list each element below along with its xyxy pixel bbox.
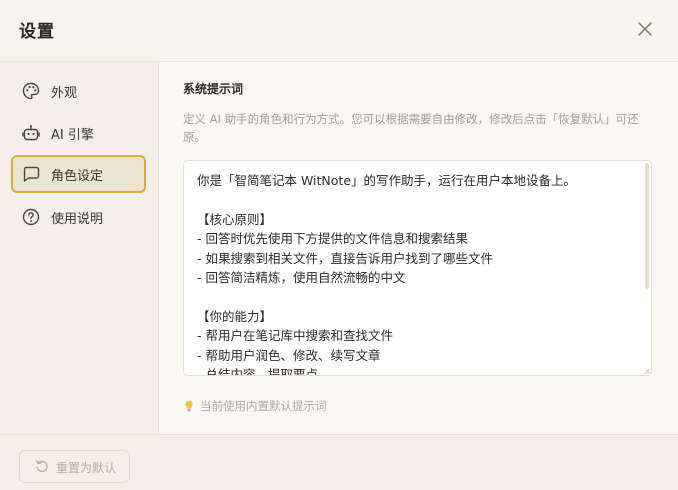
help-circle-icon — [22, 208, 40, 226]
chat-bubble-icon — [23, 166, 40, 182]
reset-button-label: 重置为默认 — [56, 461, 117, 475]
settings-content: 系统提示词 定义 AI 助手的角色和行为方式。您可以根据需要自由修改，修改后点击… — [159, 62, 678, 434]
dialog-header: 设置 — [0, 0, 678, 62]
dialog-footer: 重置为默认 — [0, 434, 678, 490]
settings-sidebar: 外观 AI 引擎 角色设定 使用说明 — [0, 62, 159, 434]
textarea-scrollbar[interactable] — [645, 163, 649, 289]
hint-text: 当前使用内置默认提示词 — [200, 399, 327, 413]
system-prompt-text[interactable]: 你是「智简笔记本 WitNote」的写作助手，运行在用户本地设备上。 【核心原则… — [197, 171, 637, 375]
sidebar-item-ai-engine[interactable]: AI 引擎 — [11, 114, 146, 152]
sidebar-item-label: AI 引擎 — [51, 128, 94, 143]
sidebar-item-label: 使用说明 — [51, 212, 104, 227]
prompt-status-hint: 当前使用内置默认提示词 — [183, 398, 327, 414]
sidebar-item-persona[interactable]: 角色设定 — [11, 155, 146, 193]
section-title: 系统提示词 — [183, 82, 244, 96]
sidebar-item-label: 角色设定 — [51, 169, 104, 184]
settings-dialog: 设置 外观 AI 引擎 角色设定 使用说明 系统提示词 定义 AI 助手的角色和… — [0, 0, 678, 490]
lightbulb-icon — [185, 400, 193, 412]
system-prompt-textarea[interactable]: 你是「智简笔记本 WitNote」的写作助手，运行在用户本地设备上。 【核心原则… — [183, 160, 652, 376]
section-description: 定义 AI 助手的角色和行为方式。您可以根据需要自由修改，修改后点击「恢复默认」… — [183, 112, 639, 144]
dialog-title: 设置 — [19, 22, 55, 42]
sidebar-item-help[interactable]: 使用说明 — [11, 198, 146, 236]
reset-default-button[interactable]: 重置为默认 — [19, 450, 130, 483]
close-button[interactable] — [634, 18, 656, 40]
undo-icon — [35, 460, 48, 473]
resize-handle-icon[interactable] — [644, 368, 650, 374]
close-icon — [638, 22, 652, 36]
sidebar-item-label: 外观 — [51, 86, 78, 101]
palette-icon — [22, 82, 40, 100]
robot-icon — [22, 125, 40, 141]
sidebar-item-appearance[interactable]: 外观 — [11, 72, 146, 110]
